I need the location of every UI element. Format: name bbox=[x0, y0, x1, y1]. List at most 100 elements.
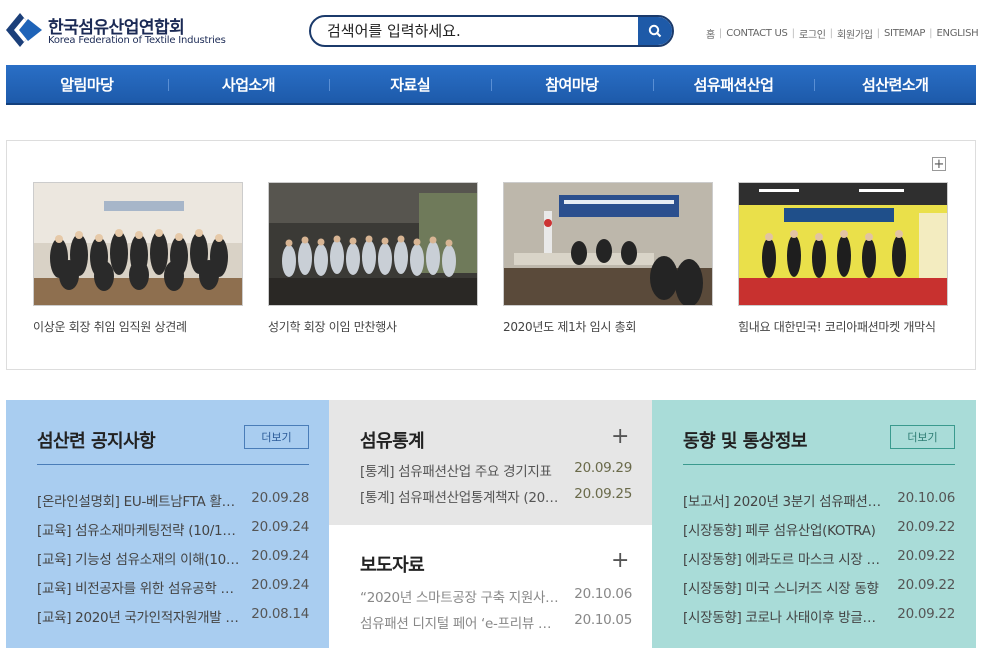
list-item-date: 20.09.22 bbox=[897, 548, 955, 564]
list-item[interactable]: [시장동향] 코로나 사태이후 방글라데시 20.09.22 bbox=[683, 606, 955, 635]
divider bbox=[683, 464, 955, 465]
press-list: “2020년 스마트공장 구축 지원사업” 20.10.06 섬유패션 디지털 페… bbox=[360, 586, 632, 638]
utility-links: 홈 | CONTACT US | 로그인 | 회원가입 | SITEMAP | ENGLI… bbox=[706, 26, 979, 41]
gallery-item[interactable]: 이상운 회장 취임 임직원 상견례 bbox=[33, 182, 243, 334]
gallery-item[interactable]: 2020년도 제1차 임시 총회 bbox=[503, 182, 713, 334]
list-item-title: “2020년 스마트공장 구축 지원사업” bbox=[360, 590, 560, 606]
util-join-link[interactable]: 회원가입 bbox=[837, 26, 873, 41]
list-item[interactable]: [교육] 섬유소재마케팅전략 (10/15~16) 20.09.24 bbox=[37, 519, 309, 548]
gallery-item[interactable]: 힘내요 대한민국! 코리아패션마켓 개막식 bbox=[738, 182, 948, 334]
kofoti-logo-icon bbox=[6, 13, 42, 47]
stats-press-panel: 섬유통계 + [통계] 섬유패션산업 주요 경기지표 20.09.29 [통계] … bbox=[329, 400, 652, 648]
list-item-title: [교육] 기능성 섬유소재의 이해(10/22~23) bbox=[37, 552, 242, 568]
list-item-title: [온라인설명회] EU-베트남FTA 활용 설명회 bbox=[37, 494, 242, 510]
divider bbox=[37, 464, 309, 465]
list-item-title: [보고서] 2020년 3분기 섬유패션산업 동향 bbox=[683, 494, 888, 510]
list-item[interactable]: 섬유패션 디지털 페어 ‘e-프리뷰 인 서울’ 20.10.05 bbox=[360, 612, 632, 638]
gallery-photo bbox=[738, 182, 948, 306]
list-item-date: 20.09.24 bbox=[251, 548, 309, 564]
list-item-date: 20.09.24 bbox=[251, 519, 309, 535]
photo-gallery: + 이상운 회장 취임 임직원 상견례 성기학 회장 이임 만찬행사 2020년… bbox=[6, 140, 976, 370]
nav-item-business[interactable]: 사업소개 bbox=[167, 65, 330, 103]
util-contact-link[interactable]: CONTACT US bbox=[726, 28, 788, 39]
notice-title: 섬산련 공지사항 bbox=[37, 431, 156, 452]
list-item-title: 섬유패션 디지털 페어 ‘e-프리뷰 인 서울’ bbox=[360, 616, 560, 632]
nav-item-archive[interactable]: 자료실 bbox=[329, 65, 491, 103]
list-item[interactable]: [통계] 섬유패션산업통계책자 (2020) 20.09.25 bbox=[360, 486, 632, 512]
separator: | bbox=[791, 28, 795, 39]
main-nav: 알림마당 사업소개 자료실 참여마당 섬유패션산업 섬산련소개 bbox=[6, 65, 976, 105]
trend-list: [보고서] 2020년 3분기 섬유패션산업 동향 20.10.06 [시장동향]… bbox=[683, 490, 955, 635]
list-item-title: [시장동향] 페루 섬유산업(KOTRA) bbox=[683, 523, 876, 539]
notice-panel: 섬산련 공지사항 더보기 [온라인설명회] EU-베트남FTA 활용 설명회 20… bbox=[6, 400, 329, 648]
gallery-caption: 성기학 회장 이임 만찬행사 bbox=[268, 320, 397, 334]
trend-more-button[interactable]: 더보기 bbox=[890, 425, 955, 449]
list-item-title: [시장동향] 에콰도르 마스크 시장 동향 bbox=[683, 552, 888, 568]
nav-item-industry[interactable]: 섬유패션산업 bbox=[652, 65, 815, 103]
list-item-date: 20.09.25 bbox=[574, 486, 632, 502]
separator: | bbox=[718, 28, 723, 39]
gallery-photo bbox=[268, 182, 478, 306]
list-item[interactable]: [교육] 비전공자를 위한 섬유공학 기초 20.09.24 bbox=[37, 577, 309, 606]
list-item[interactable]: [교육] 2020년 국가인적자원개발 컨소시엄 20.08.14 bbox=[37, 606, 309, 635]
list-item-date: 20.10.06 bbox=[574, 586, 632, 602]
separator: | bbox=[876, 28, 880, 39]
gallery-caption: 힘내요 대한민국! 코리아패션마켓 개막식 bbox=[738, 320, 936, 334]
nav-item-participation[interactable]: 참여마당 bbox=[491, 65, 653, 103]
list-item-title: [통계] 섬유패션산업 주요 경기지표 bbox=[360, 464, 552, 480]
stats-list: [통계] 섬유패션산업 주요 경기지표 20.09.29 [통계] 섬유패션산업통… bbox=[360, 460, 632, 512]
util-login-link[interactable]: 로그인 bbox=[799, 26, 826, 41]
list-item-title: [교육] 섬유소재마케팅전략 (10/15~16) bbox=[37, 523, 242, 539]
search-bar bbox=[309, 15, 674, 47]
search-button[interactable] bbox=[638, 17, 672, 45]
list-item[interactable]: “2020년 스마트공장 구축 지원사업” 20.10.06 bbox=[360, 586, 632, 612]
list-item[interactable]: [통계] 섬유패션산업 주요 경기지표 20.09.29 bbox=[360, 460, 632, 486]
search-input[interactable] bbox=[311, 17, 638, 45]
list-item-title: [시장동향] 코로나 사태이후 방글라데시 bbox=[683, 610, 888, 626]
list-item[interactable]: [보고서] 2020년 3분기 섬유패션산업 동향 20.10.06 bbox=[683, 490, 955, 519]
gallery-photo bbox=[503, 182, 713, 306]
list-item[interactable]: [시장동향] 에콰도르 마스크 시장 동향 20.09.22 bbox=[683, 548, 955, 577]
list-item-date: 20.09.22 bbox=[897, 606, 955, 622]
list-item-date: 20.10.05 bbox=[574, 612, 632, 628]
gallery-photo bbox=[33, 182, 243, 306]
list-item[interactable]: [시장동향] 미국 스니커즈 시장 동향 20.09.22 bbox=[683, 577, 955, 606]
notice-more-button[interactable]: 더보기 bbox=[244, 425, 309, 449]
list-item-title: [시장동향] 미국 스니커즈 시장 동향 bbox=[683, 581, 879, 597]
press-title: 보도자료 bbox=[360, 555, 425, 576]
press-more-plus-icon[interactable]: + bbox=[611, 550, 629, 572]
nav-item-about[interactable]: 섬산련소개 bbox=[814, 65, 976, 103]
list-item-date: 20.10.06 bbox=[897, 490, 955, 506]
util-sitemap-link[interactable]: SITEMAP bbox=[884, 28, 925, 39]
list-item[interactable]: [시장동향] 페루 섬유산업(KOTRA) 20.09.22 bbox=[683, 519, 955, 548]
list-item[interactable]: [교육] 기능성 섬유소재의 이해(10/22~23) 20.09.24 bbox=[37, 548, 309, 577]
search-icon bbox=[648, 24, 662, 38]
util-english-link[interactable]: ENGLISH bbox=[937, 28, 979, 39]
list-item-date: 20.09.28 bbox=[251, 490, 309, 506]
list-item-title: [통계] 섬유패션산업통계책자 (2020) bbox=[360, 490, 560, 506]
nav-item-notice[interactable]: 알림마당 bbox=[6, 65, 168, 103]
list-item-date: 20.08.14 bbox=[251, 606, 309, 622]
logo-english-name: Korea Federation of Textile Industries bbox=[48, 35, 226, 46]
trend-title: 동향 및 통상정보 bbox=[683, 431, 807, 452]
list-item-title: [교육] 비전공자를 위한 섬유공학 기초 bbox=[37, 581, 242, 597]
list-item-date: 20.09.24 bbox=[251, 577, 309, 593]
list-item-date: 20.09.22 bbox=[897, 577, 955, 593]
list-item-date: 20.09.22 bbox=[897, 519, 955, 535]
gallery-caption: 2020년도 제1차 임시 총회 bbox=[503, 320, 637, 334]
stats-more-plus-icon[interactable]: + bbox=[611, 426, 629, 448]
stats-title: 섬유통계 bbox=[360, 431, 425, 452]
notice-list: [온라인설명회] EU-베트남FTA 활용 설명회 20.09.28 [교육] 섬… bbox=[37, 490, 309, 635]
gallery-item[interactable]: 성기학 회장 이임 만찬행사 bbox=[268, 182, 478, 334]
trend-panel: 동향 및 통상정보 더보기 [보고서] 2020년 3분기 섬유패션산업 동향 2… bbox=[652, 400, 976, 648]
list-item-date: 20.09.29 bbox=[574, 460, 632, 476]
list-item-title: [교육] 2020년 국가인적자원개발 컨소시엄 bbox=[37, 610, 242, 626]
site-logo[interactable]: 한국섬유산업연합회 Korea Federation of Textile In… bbox=[6, 11, 226, 51]
util-home-link[interactable]: 홈 bbox=[706, 26, 715, 41]
gallery-caption: 이상운 회장 취임 임직원 상견례 bbox=[33, 320, 187, 334]
stats-section: 섬유통계 + [통계] 섬유패션산업 주요 경기지표 20.09.29 [통계] … bbox=[329, 400, 652, 525]
separator: | bbox=[929, 28, 933, 39]
gallery-more-plus-icon[interactable]: + bbox=[932, 157, 946, 171]
separator: | bbox=[829, 28, 834, 39]
list-item[interactable]: [온라인설명회] EU-베트남FTA 활용 설명회 20.09.28 bbox=[37, 490, 309, 519]
